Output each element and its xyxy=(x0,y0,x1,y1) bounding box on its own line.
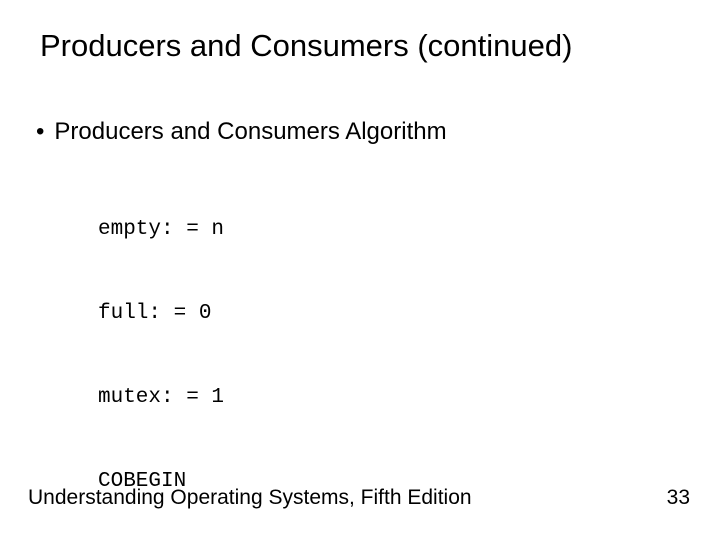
bullet-marker: • xyxy=(36,118,44,146)
slide: Producers and Consumers (continued) • Pr… xyxy=(0,0,720,540)
code-line: mutex: = 1 xyxy=(98,384,590,412)
footer-source: Understanding Operating Systems, Fifth E… xyxy=(28,486,472,510)
code-line: full: = 0 xyxy=(98,300,590,328)
slide-title: Producers and Consumers (continued) xyxy=(40,28,690,64)
page-number: 33 xyxy=(667,486,690,510)
algorithm-code: empty: = n full: = 0 mutex: = 1 COBEGIN … xyxy=(98,160,590,540)
bullet-text: Producers and Consumers Algorithm xyxy=(54,118,446,146)
code-line: empty: = n xyxy=(98,216,590,244)
bullet-item: • Producers and Consumers Algorithm xyxy=(36,118,447,146)
